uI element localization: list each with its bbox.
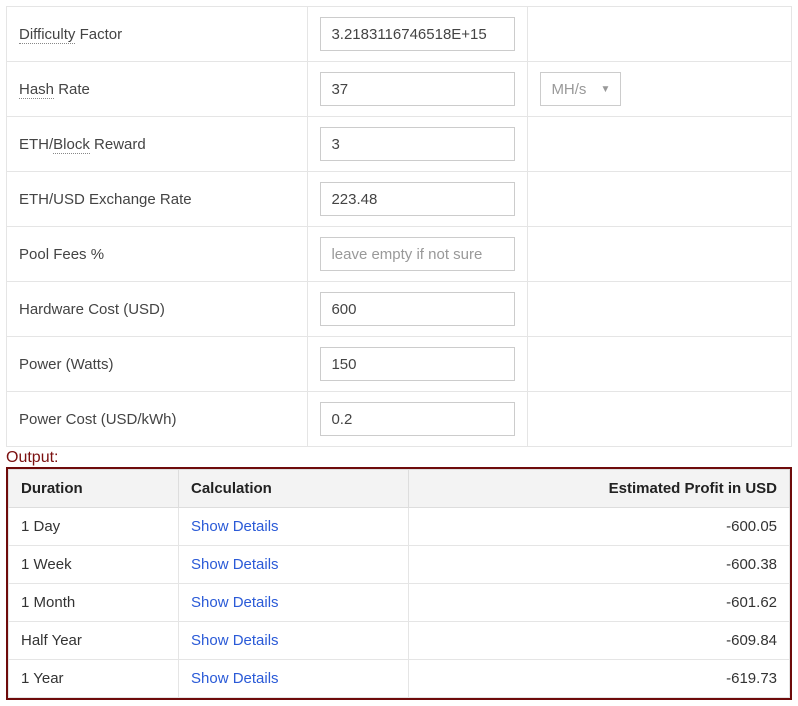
extra-cell <box>528 117 792 172</box>
input-cell <box>308 392 528 447</box>
label-hash-rate: Hash Rate <box>7 62 308 117</box>
extra-cell <box>528 227 792 282</box>
power-cost-input[interactable] <box>320 402 515 436</box>
hash-rate-unit-select[interactable]: MH/s ▼ <box>540 72 621 106</box>
output-row: 1 Month Show Details -601.62 <box>9 584 790 622</box>
term-block: Block <box>53 136 90 154</box>
label-eth-block-reward: ETH/Block Reward <box>7 117 308 172</box>
extra-cell <box>528 282 792 337</box>
unit-label: MH/s <box>551 81 586 98</box>
calculation-cell: Show Details <box>179 660 409 698</box>
duration-cell: 1 Day <box>9 508 179 546</box>
profit-cell: -619.73 <box>409 660 790 698</box>
form-row: Pool Fees % <box>7 227 792 282</box>
duration-cell: 1 Year <box>9 660 179 698</box>
block-reward-input[interactable] <box>320 127 515 161</box>
duration-cell: 1 Month <box>9 584 179 622</box>
chevron-down-icon: ▼ <box>600 84 610 95</box>
output-panel: Duration Calculation Estimated Profit in… <box>6 467 792 700</box>
header-duration: Duration <box>9 470 179 508</box>
header-calculation: Calculation <box>179 470 409 508</box>
power-watts-input[interactable] <box>320 347 515 381</box>
form-row: Hardware Cost (USD) <box>7 282 792 337</box>
output-row: 1 Week Show Details -600.38 <box>9 546 790 584</box>
input-cell <box>308 337 528 392</box>
output-row: 1 Year Show Details -619.73 <box>9 660 790 698</box>
exchange-rate-input[interactable] <box>320 182 515 216</box>
output-table: Duration Calculation Estimated Profit in… <box>8 469 790 698</box>
hardware-cost-input[interactable] <box>320 292 515 326</box>
input-cell <box>308 117 528 172</box>
form-row: Hash Rate MH/s ▼ <box>7 62 792 117</box>
calculation-cell: Show Details <box>179 508 409 546</box>
extra-cell <box>528 7 792 62</box>
extra-cell <box>528 337 792 392</box>
calculation-cell: Show Details <box>179 546 409 584</box>
output-row: 1 Day Show Details -600.05 <box>9 508 790 546</box>
show-details-link[interactable]: Show Details <box>191 518 279 535</box>
profit-cell: -600.05 <box>409 508 790 546</box>
input-cell <box>308 282 528 337</box>
header-profit: Estimated Profit in USD <box>409 470 790 508</box>
pool-fees-input[interactable] <box>320 237 515 271</box>
profit-cell: -601.62 <box>409 584 790 622</box>
show-details-link[interactable]: Show Details <box>191 556 279 573</box>
show-details-link[interactable]: Show Details <box>191 632 279 649</box>
form-row: Power (Watts) <box>7 337 792 392</box>
input-cell <box>308 7 528 62</box>
calculation-cell: Show Details <box>179 584 409 622</box>
extra-cell: MH/s ▼ <box>528 62 792 117</box>
label-difficulty-factor: Difficulty Factor <box>7 7 308 62</box>
form-row: Power Cost (USD/kWh) <box>7 392 792 447</box>
label-hardware-cost: Hardware Cost (USD) <box>7 282 308 337</box>
difficulty-factor-input[interactable] <box>320 17 515 51</box>
label-power-watts: Power (Watts) <box>7 337 308 392</box>
input-cell <box>308 227 528 282</box>
hash-rate-input[interactable] <box>320 72 515 106</box>
form-row: ETH/USD Exchange Rate <box>7 172 792 227</box>
input-cell <box>308 172 528 227</box>
output-label: Output: <box>6 449 792 467</box>
output-header-row: Duration Calculation Estimated Profit in… <box>9 470 790 508</box>
duration-cell: 1 Week <box>9 546 179 584</box>
term-hash: Hash <box>19 81 54 99</box>
form-row: ETH/Block Reward <box>7 117 792 172</box>
extra-cell <box>528 172 792 227</box>
term-difficulty: Difficulty <box>19 26 75 44</box>
extra-cell <box>528 392 792 447</box>
label-power-cost: Power Cost (USD/kWh) <box>7 392 308 447</box>
label-pool-fees: Pool Fees % <box>7 227 308 282</box>
show-details-link[interactable]: Show Details <box>191 594 279 611</box>
label-exchange-rate: ETH/USD Exchange Rate <box>7 172 308 227</box>
show-details-link[interactable]: Show Details <box>191 670 279 687</box>
input-form-table: Difficulty Factor Hash Rate MH/s ▼ ETH/B… <box>6 6 792 447</box>
input-cell <box>308 62 528 117</box>
form-row: Difficulty Factor <box>7 7 792 62</box>
profit-cell: -600.38 <box>409 546 790 584</box>
